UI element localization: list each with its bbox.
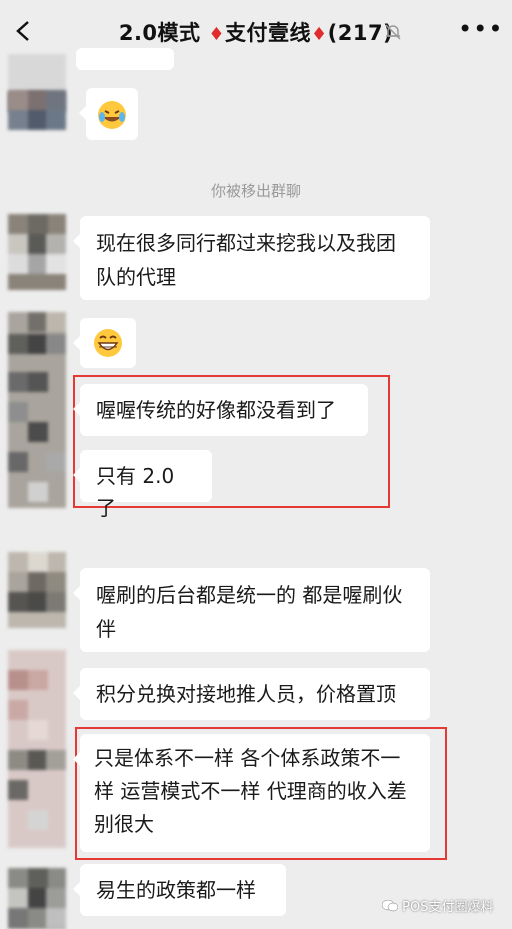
mute-bell-icon [385,24,401,40]
avatar[interactable] [8,312,66,508]
message-text: 易生的政策都一样 [96,878,256,902]
watermark: POS支付圈爆料 [381,896,494,915]
avatar[interactable] [8,214,66,290]
avatar[interactable] [8,650,66,848]
wechat-icon [381,899,399,912]
message-text: 喔喔传统的好像都没看到了 [96,398,336,422]
watermark-text: POS支付圈爆料 [402,900,494,915]
message-text: 只是体系不一样 各个体系政策不一样 运营模式不一样 代理商的收入差别很大 [94,746,407,836]
message-text: 喔刷的后台都是统一的 都是喔刷伙伴 [96,583,403,641]
diamond-icon: ♦ [208,24,225,45]
system-notice: 你被移出群聊 [210,182,301,200]
message-bubble[interactable]: 只是体系不一样 各个体系政策不一样 运营模式不一样 代理商的收入差别很大 [73,734,430,852]
message-bubble[interactable]: 积分兑换对接地推人员，价格置顶 [73,668,430,720]
avatar[interactable] [8,552,66,628]
chat-title: 2.0模式 ♦支付壹线♦(217) [0,17,512,47]
message-bubble-partial[interactable] [76,48,174,70]
avatar[interactable] [8,868,66,929]
emoji-message[interactable] [79,88,138,140]
message-text: 积分兑换对接地推人员，价格置顶 [96,682,396,706]
avatar[interactable] [8,90,66,144]
message-text: 只有 2.0 了 [96,464,175,520]
message-bubble[interactable]: 易生的政策都一样 [73,864,286,916]
message-bubble[interactable]: 喔喔传统的好像都没看到了 [73,384,368,436]
message-bubble[interactable]: 现在很多同行都过来挖我以及我团队的代理 [73,216,430,300]
emoji-message[interactable] [73,318,136,368]
crying-laughing-emoji-icon [98,101,126,129]
message-bubble[interactable]: 只有 2.0 了 [73,450,212,520]
message-bubble[interactable]: 喔刷的后台都是统一的 都是喔刷伙伴 [73,568,430,652]
title-prefix: 2.0模式 [118,21,209,45]
diamond-icon: ♦ [310,24,328,45]
more-options-icon[interactable]: ••• [458,17,502,44]
message-text: 现在很多同行都过来挖我以及我团队的代理 [96,231,396,289]
title-group-name: 支付壹线 [224,21,311,45]
grinning-emoji-icon [94,329,122,357]
